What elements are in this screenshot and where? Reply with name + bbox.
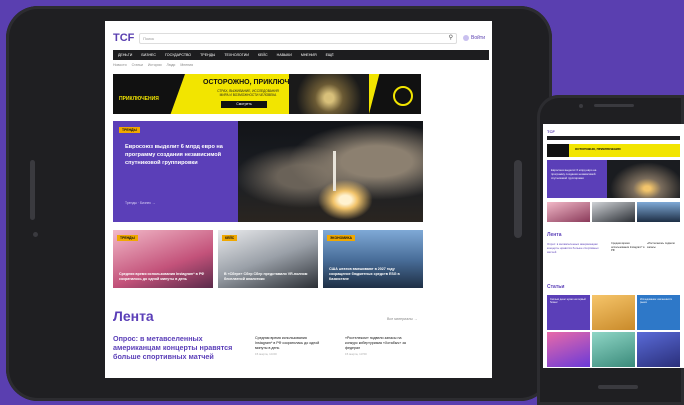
card-tag[interactable]: Экономика: [327, 235, 355, 241]
banner-left-panel: ПРИКЛЮЧЕНИЯ: [113, 74, 185, 114]
phone-nav[interactable]: [547, 136, 680, 140]
breadcrumb: Новости Статьи Истории Люди Мнения: [113, 63, 193, 67]
article-card[interactable]: Тренды Средняя время использования Insta…: [113, 230, 213, 288]
nav-item[interactable]: Деньги: [118, 53, 132, 57]
lenta-item-date: 15 марта, 13:50: [345, 352, 367, 356]
banner-subtitle: СТРАХ, ВЫЖИВАНИЕ, ИССЛЕДОВАНИЯ МИРА И ВО…: [217, 89, 279, 97]
rocket-shape: [333, 151, 336, 191]
hero-title[interactable]: Евросоюз выделит 6 млрд евро на программ…: [125, 143, 230, 167]
article-card[interactable]: Кейс В «Сбере» Сбер Сбер представили VR-…: [218, 230, 318, 288]
site-logo[interactable]: TCF: [113, 32, 134, 44]
banner-left-text: ПРИКЛЮЧЕНИЯ: [119, 96, 159, 102]
login-button[interactable]: Войти: [463, 35, 485, 41]
hero-meta: Тренды · Бизнес →: [125, 201, 156, 205]
breadcrumb-item[interactable]: Новости: [113, 63, 127, 67]
lenta-all-link[interactable]: Все материалы →: [387, 317, 417, 321]
nav-item[interactable]: Кейс: [258, 53, 268, 57]
phone-hero-title: Евросоюз выделит 6 млрд евро на программ…: [551, 168, 597, 180]
phone-screen: TCF ОСТОРОЖНО, ПРИКЛЮЧЕНИЯ Евросоюз выде…: [543, 124, 684, 368]
phone-lenta-item[interactable]: Средняя время использования Instagram* в…: [611, 242, 645, 253]
phone-article-tile[interactable]: [637, 332, 680, 367]
hero-tag[interactable]: Тренды: [119, 127, 140, 133]
hero-article[interactable]: Тренды Евросоюз выделит 6 млрд евро на п…: [113, 121, 423, 222]
lenta-item-text: «Ростелеком» подвели запасы на конкурс к…: [345, 336, 406, 350]
tablet-camera: [33, 232, 38, 237]
lenta-item-date: 15 марта, 14:00: [255, 352, 277, 356]
phone-banner-title: ОСТОРОЖНО, ПРИКЛЮЧЕНИЯ: [575, 147, 621, 151]
user-icon: [463, 35, 469, 41]
phone-banner-left: [547, 144, 569, 157]
phone-articles-grid: Сколько денег нужно на первый бизнес Исс…: [547, 295, 680, 367]
phone-speaker: [594, 104, 634, 107]
phone-tile-text: Исследование: как меняется рынок: [640, 298, 672, 305]
rocket-launch-image: [238, 121, 423, 222]
phone-camera: [579, 104, 583, 108]
phone-lenta-heading: Лента: [547, 232, 562, 238]
main-nav: Деньги Бизнес Государство Тренды Техноло…: [113, 50, 489, 60]
card-tag[interactable]: Тренды: [117, 235, 138, 241]
nav-item[interactable]: Бизнес: [141, 53, 156, 57]
phone-card-row: [547, 202, 680, 222]
lenta-heading: Лента: [113, 308, 154, 324]
tablet-side-button: [514, 160, 522, 238]
lenta-item-text: Средняя время использования Instagram* в…: [255, 336, 320, 350]
play-ring-icon: [393, 86, 413, 106]
nav-item[interactable]: Навыки: [277, 53, 292, 57]
card-title[interactable]: Средняя время использования Instagram* в…: [119, 272, 207, 282]
breadcrumb-item[interactable]: Люди: [167, 63, 176, 67]
lenta-item[interactable]: «Ростелеком» подвели запасы на конкурс к…: [345, 336, 415, 357]
phone-article-tile[interactable]: [592, 295, 635, 330]
banner-right-panel: [369, 74, 421, 114]
nav-item[interactable]: Тренды: [200, 53, 215, 57]
nav-item[interactable]: Технологии: [224, 53, 249, 57]
breadcrumb-item[interactable]: Истории: [148, 63, 162, 67]
phone-tile-text: Сколько денег нужно на первый бизнес: [550, 298, 586, 305]
site-header: TCF Поиск ⚲ Войти: [113, 29, 485, 47]
phone-article-tile[interactable]: Исследование: как меняется рынок: [637, 295, 680, 330]
phone-lenta-featured[interactable]: Опрос: в метавселенных американцам конце…: [547, 242, 607, 254]
login-label: Войти: [471, 35, 485, 41]
lenta-item[interactable]: Средняя время использования Instagram* в…: [255, 336, 325, 357]
nav-item[interactable]: Государство: [165, 53, 191, 57]
phone-hero-image: [607, 160, 680, 198]
phone-article-tile[interactable]: [592, 332, 635, 367]
phone-card[interactable]: [547, 202, 590, 222]
search-placeholder: Поиск: [143, 35, 155, 41]
breadcrumb-item[interactable]: Статьи: [132, 63, 143, 67]
search-input[interactable]: Поиск ⚲: [139, 32, 457, 44]
card-row: Тренды Средняя время использования Insta…: [113, 230, 423, 288]
breadcrumb-item[interactable]: Мнения: [180, 63, 193, 67]
phone-article-tile[interactable]: [547, 332, 590, 367]
phone-ad-banner[interactable]: ОСТОРОЖНО, ПРИКЛЮЧЕНИЯ: [547, 144, 680, 157]
phone-stati-heading: Статьи: [547, 284, 565, 290]
card-tag[interactable]: Кейс: [222, 235, 238, 241]
card-title[interactable]: В «Сбере» Сбер Сбер представили VR-полно…: [224, 272, 312, 282]
phone-home-bar: [598, 385, 638, 389]
phone-article-tile[interactable]: Сколько денег нужно на первый бизнес: [547, 295, 590, 330]
nav-item[interactable]: Ещё: [326, 53, 334, 57]
nav-item[interactable]: Мнения: [301, 53, 317, 57]
banner-photo: [289, 74, 369, 114]
ad-banner[interactable]: ПРИКЛЮЧЕНИЯ ОСТОРОЖНО, ПРИКЛЮЧЕНИЯ СТРАХ…: [113, 74, 421, 114]
phone-hero-text[interactable]: Евросоюз выделит 6 млрд евро на программ…: [547, 160, 607, 198]
lenta-featured-title[interactable]: Опрос: в метавселенных американцам конце…: [113, 334, 243, 361]
phone-card[interactable]: [592, 202, 635, 222]
tablet-screen: TCF Поиск ⚲ Войти Деньги Бизнес Государс…: [105, 21, 492, 378]
phone-lenta-item[interactable]: «Ростелеком» подвели запасы: [647, 242, 681, 249]
phone-logo[interactable]: TCF: [547, 129, 680, 135]
card-title[interactable]: США штатов вмешивают в 2027 году сокраще…: [329, 267, 417, 282]
search-icon[interactable]: ⚲: [449, 34, 453, 43]
article-card[interactable]: Экономика США штатов вмешивают в 2027 го…: [323, 230, 423, 288]
phone-card[interactable]: [637, 202, 680, 222]
banner-watch-button[interactable]: Смотреть: [221, 101, 267, 108]
hero-text-panel: Тренды Евросоюз выделит 6 млрд евро на п…: [113, 121, 238, 222]
tablet-side-button: [30, 160, 35, 220]
